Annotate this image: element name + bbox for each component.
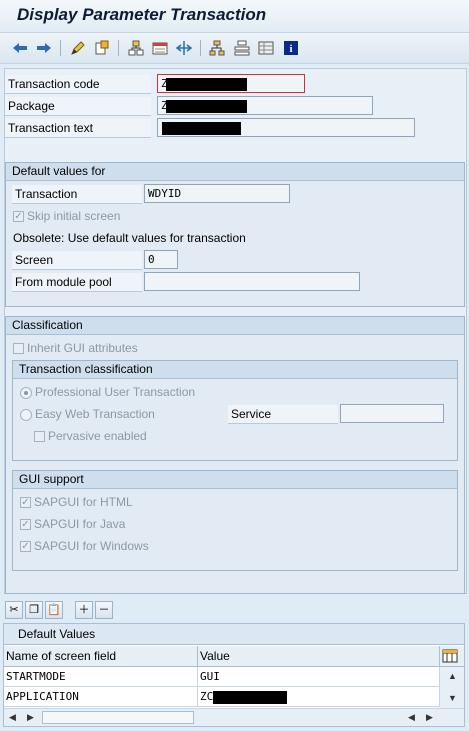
frame-title: Transaction classification — [13, 361, 457, 379]
info-icon[interactable]: i — [282, 39, 300, 57]
insert-row-icon[interactable]: ＋ — [75, 601, 93, 619]
inherit-gui-checkbox[interactable] — [13, 343, 24, 354]
table-toolbar: ✂ ❐ 📋 ＋ － — [3, 600, 465, 622]
pervasive-checkbox[interactable] — [34, 431, 45, 442]
scroll-thumb[interactable] — [42, 711, 194, 724]
redaction-bar — [166, 78, 247, 91]
title-bar: Display Parameter Transaction — [0, 0, 469, 33]
transaction-label: Transaction — [12, 185, 142, 204]
column-header[interactable]: Value — [198, 646, 440, 667]
cut-icon[interactable]: ✂ — [5, 601, 23, 619]
easy-web-radio[interactable] — [20, 409, 32, 421]
paste-icon[interactable]: 📋 — [45, 601, 63, 619]
service-field[interactable] — [340, 404, 444, 423]
easy-web-label: Easy Web Transaction — [35, 407, 155, 421]
svg-text:i: i — [289, 43, 292, 55]
column-settings-icon[interactable] — [440, 646, 464, 667]
default-transaction-field[interactable]: WDYID — [144, 184, 290, 203]
column-header[interactable]: Name of screen field — [4, 646, 198, 667]
tree-icon[interactable] — [208, 39, 226, 57]
transaction-code-label: Transaction code — [5, 75, 151, 94]
table-title: Default Values — [4, 624, 464, 645]
skip-initial-screen-label: Skip initial screen — [27, 209, 121, 223]
redaction-bar — [166, 100, 247, 113]
display-list-icon[interactable] — [151, 39, 169, 57]
module-pool-label: From module pool — [12, 273, 142, 292]
structure-icon[interactable] — [233, 39, 251, 57]
frame-title: Default values for — [6, 163, 464, 181]
module-pool-field[interactable] — [144, 272, 360, 291]
edit-pencil-icon[interactable] — [69, 39, 87, 57]
redaction-bar — [213, 691, 287, 704]
professional-user-radio[interactable] — [20, 387, 32, 399]
horizontal-scrollbar[interactable]: ◀ ▶ ◀ ▶ — [4, 708, 464, 726]
sapgui-java-checkbox[interactable]: ✓ — [20, 519, 31, 530]
package-label: Package — [5, 97, 151, 116]
pervasive-label: Pervasive enabled — [48, 429, 147, 443]
copy-icon[interactable]: ❐ — [25, 601, 43, 619]
professional-user-label: Professional User Transaction — [35, 385, 196, 399]
screen-label: Screen — [12, 251, 142, 270]
forward-icon[interactable] — [35, 39, 53, 57]
sapgui-html-checkbox[interactable]: ✓ — [20, 497, 31, 508]
frame-title: Classification — [6, 317, 464, 335]
hierarchy-icon[interactable] — [127, 39, 145, 57]
obsolete-note: Obsolete: Use default values for transac… — [13, 231, 246, 245]
skip-initial-screen-checkbox[interactable]: ✓ — [13, 211, 24, 222]
table-cell[interactable]: APPLICATION — [4, 687, 198, 707]
screen-field[interactable]: 0 — [144, 250, 178, 269]
service-label: Service — [228, 405, 338, 424]
sapgui-windows-checkbox[interactable]: ✓ — [20, 541, 31, 552]
redaction-bar — [162, 122, 241, 135]
inherit-gui-label: Inherit GUI attributes — [27, 341, 138, 355]
application-toolbar: i — [0, 33, 469, 64]
other-object-icon[interactable] — [93, 39, 111, 57]
table-cell[interactable]: STARTMODE — [4, 667, 198, 687]
sapgui-windows-label: SAPGUI for Windows — [34, 539, 149, 553]
vertical-scrollbar[interactable]: ▲ ▼ — [440, 667, 464, 708]
sapgui-html-label: SAPGUI for HTML — [34, 495, 133, 509]
transaction-text-label: Transaction text — [5, 119, 151, 138]
layout-icon[interactable] — [257, 39, 275, 57]
sapgui-java-label: SAPGUI for Java — [34, 517, 126, 531]
navigate-icon[interactable] — [175, 39, 193, 57]
default-values-table: Default Values Name of screen field Valu… — [3, 623, 465, 727]
frame-title: GUI support — [13, 471, 457, 489]
window-title: Display Parameter Transaction — [17, 5, 267, 24]
table-cell[interactable]: GUI — [198, 667, 440, 687]
back-icon[interactable] — [11, 39, 29, 57]
delete-row-icon[interactable]: － — [95, 601, 113, 619]
